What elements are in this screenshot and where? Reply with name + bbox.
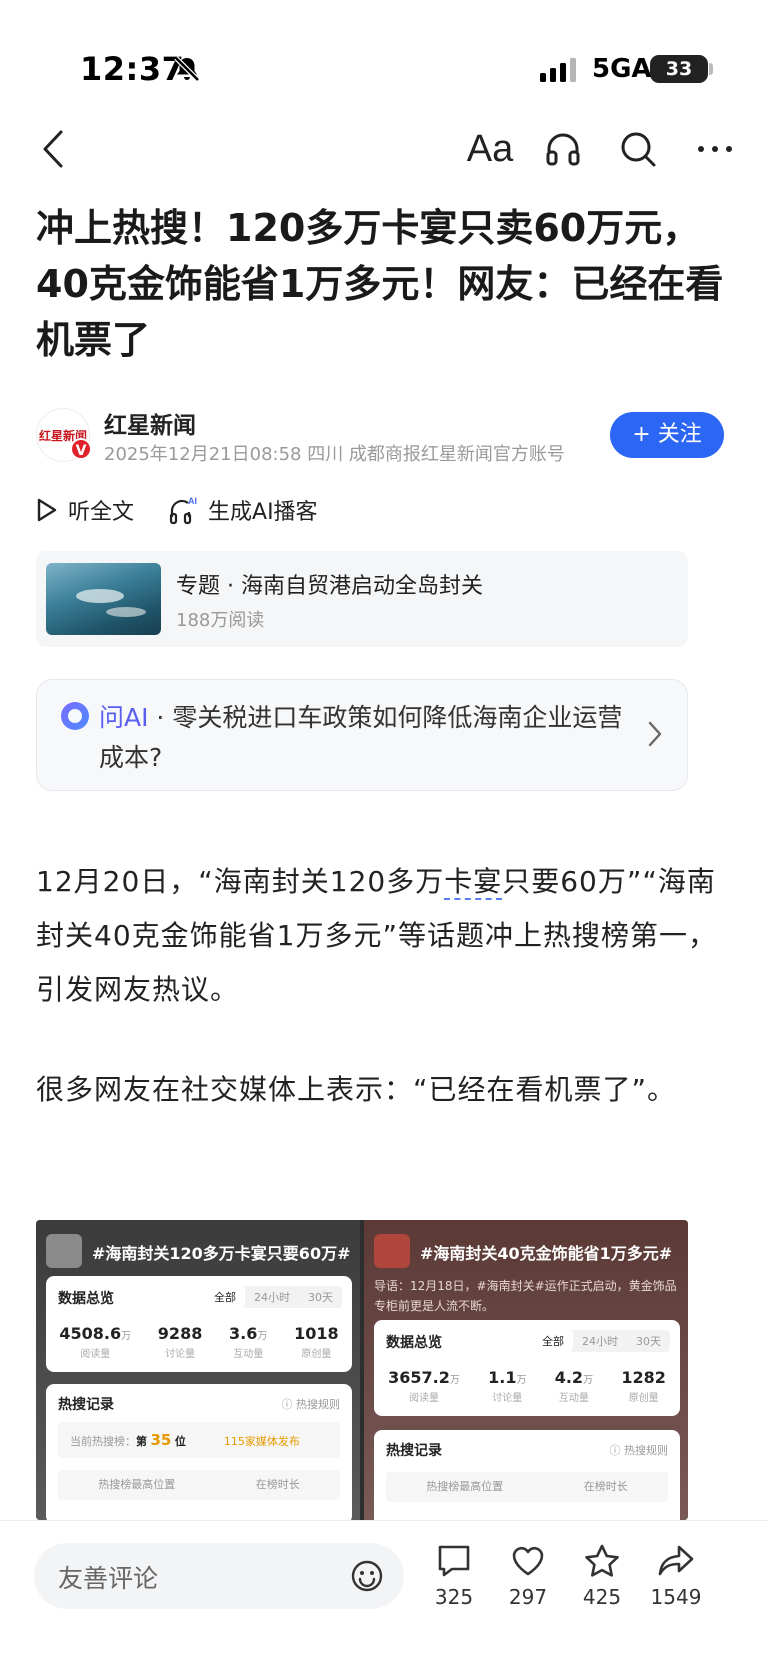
overview-card: 数据总览 全部 24小时 30天 3657.2万 阅读量 1.1万 讨论量 4.2万…	[374, 1320, 680, 1416]
more-dots-icon	[698, 146, 732, 152]
share-button[interactable]: 1549	[641, 1543, 711, 1609]
star-icon	[585, 1544, 619, 1577]
chevron-left-icon	[43, 130, 63, 168]
search-icon	[621, 132, 656, 167]
comments-button[interactable]: 325	[419, 1543, 489, 1609]
comments-count: 325	[434, 1585, 474, 1609]
listen-row: 听全文 AI 生成AI播客	[36, 490, 352, 530]
battery-level: 33	[665, 58, 693, 80]
font-size-button[interactable]: Aa	[462, 124, 518, 174]
status-bar: 12:37 5GA 33	[0, 0, 769, 110]
nav-bar: Aa	[0, 112, 769, 182]
p1-text-a: 12月20日，“海南封关120多万	[36, 865, 445, 898]
signal-icon	[540, 58, 576, 82]
comment-placeholder: 友善评论	[58, 1564, 159, 1593]
like-button[interactable]: 297	[493, 1543, 563, 1609]
ai-podcast-label: 生成AI播客	[208, 500, 318, 525]
ask-ai-card[interactable]: 问AI · 零关税进口车政策如何降低海南企业运营成本?	[36, 679, 688, 791]
battery-icon: 33	[650, 55, 708, 83]
ai-headphones-icon: AI	[169, 496, 197, 525]
topic-title: 专题 · 海南自贸港启动全岛封关	[176, 574, 483, 599]
battery-tip	[709, 63, 713, 75]
image-panel-right: #海南封关40克金饰能省1万多元# 导语：12月18日，#海南封关#运作正式启动…	[364, 1220, 688, 1520]
author-name[interactable]: 红星新闻	[104, 406, 196, 440]
author-meta: 2025年12月21日08:58 四川 成都商报红星新闻官方账号	[104, 444, 565, 465]
author-row: 红星新闻 V 红星新闻 2025年12月21日08:58 四川 成都商报红星新闻…	[36, 408, 736, 472]
panel-hashtag: #海南封关40克金饰能省1万多元#	[420, 1244, 673, 1263]
heart-icon	[512, 1546, 544, 1576]
ai-podcast-button[interactable]: AI 生成AI播客	[168, 494, 318, 526]
read-full-label: 听全文	[68, 500, 135, 525]
more-button[interactable]	[690, 124, 740, 174]
ask-ai-text: 问AI · 零关税进口车政策如何降低海南企业运营成本?	[99, 698, 639, 778]
network-type: 5GA	[592, 54, 652, 84]
share-arrow-icon	[658, 1545, 694, 1576]
play-icon	[37, 498, 57, 522]
emoji-icon[interactable]	[350, 1559, 384, 1593]
follow-button[interactable]: + 关注	[610, 412, 724, 458]
ask-ai-separator: ·	[148, 703, 173, 732]
hot-record-card: 热搜记录 ⓘ 热搜规则 当前热搜榜：第 35 位 115家媒体发布 热搜榜最高位置…	[46, 1384, 352, 1520]
comment-icon	[438, 1545, 470, 1577]
verified-badge: V	[70, 438, 92, 460]
image-panel-left: #海南封关120多万卡宴只要60万# 数据总览 全部 24小时 30天 4508…	[36, 1220, 360, 1520]
hot-record-card: 热搜记录 ⓘ 热搜规则 热搜榜最高位置 在榜时长	[374, 1430, 680, 1520]
search-button[interactable]	[613, 124, 663, 174]
overview-card: 数据总览 全部 24小时 30天 4508.6万 阅读量 9288 讨论量 3.6万…	[46, 1276, 352, 1372]
panel-hashtag: #海南封关120多万卡宴只要60万#	[92, 1244, 351, 1263]
read-full-button[interactable]: 听全文	[36, 494, 134, 526]
body-paragraph-2: 很多网友在社交媒体上表示：“已经在看机票了”。	[36, 1073, 677, 1106]
panel-thumbnail	[374, 1234, 410, 1268]
comment-input[interactable]: 友善评论	[34, 1543, 404, 1609]
panel-thumbnail	[46, 1234, 82, 1268]
topic-card[interactable]: 专题 · 海南自贸港启动全岛封关 188万阅读	[36, 551, 688, 647]
article-image[interactable]: #海南封关120多万卡宴只要60万# 数据总览 全部 24小时 30天 4508…	[36, 1220, 688, 1520]
chevron-right-icon	[648, 721, 662, 747]
headphones-icon	[546, 133, 580, 166]
body-paragraph-1: 12月20日，“海南封关120多万卡宴只要60万”“海南封关40克金饰能省1万多…	[36, 855, 736, 1017]
favorite-button[interactable]: 425	[567, 1543, 637, 1609]
back-button[interactable]	[28, 124, 78, 174]
favorites-count: 425	[582, 1585, 622, 1609]
ask-ai-question: 零关税进口车政策如何降低海南企业运营成本?	[99, 703, 623, 772]
topic-thumbnail	[46, 563, 161, 635]
bottom-action-bar: 友善评论 325 297 425 1549	[0, 1520, 769, 1668]
listen-button[interactable]	[538, 124, 588, 174]
keyword-link[interactable]: 卡宴	[444, 865, 503, 900]
article-title: 冲上热搜！120多万卡宴只卖60万元，40克金饰能省1万多元！网友：已经在看机票…	[36, 206, 724, 362]
status-time: 12:37	[80, 50, 185, 88]
bell-muted-icon	[174, 56, 200, 82]
ai-ring-icon	[61, 702, 89, 730]
panel-intro: 导语：12月18日，#海南封关#运作正式启动，黄金饰品专柜前更是人流不断。	[374, 1279, 677, 1313]
likes-count: 297	[508, 1585, 548, 1609]
shares-count: 1549	[650, 1585, 702, 1609]
ai-superscript: AI	[188, 496, 197, 506]
topic-read-count: 188万阅读	[176, 610, 265, 631]
ask-ai-label: 问AI	[99, 703, 149, 732]
